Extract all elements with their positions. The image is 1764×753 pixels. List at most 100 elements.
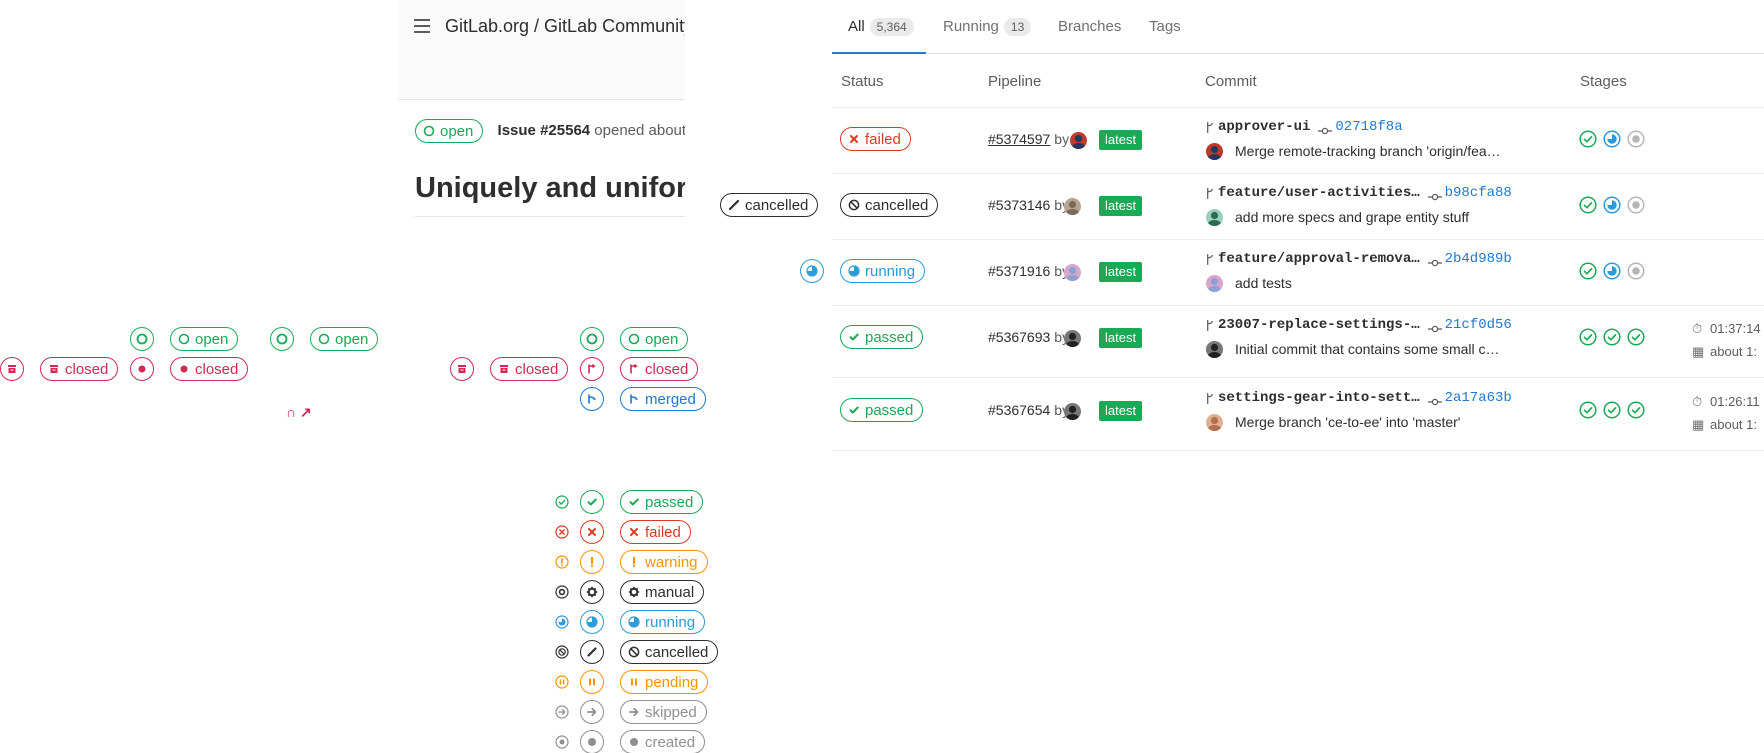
- badge-label: closed: [65, 360, 109, 378]
- pipeline-id-link[interactable]: #5371916 by: [988, 263, 1069, 279]
- stage-created-icon[interactable]: [1627, 196, 1645, 214]
- arrow-icon: [586, 707, 597, 717]
- branch-link[interactable]: settings-gear-into-sett…: [1218, 390, 1420, 406]
- column-header-status: Status: [841, 73, 884, 90]
- issue-header-bar: GitLab.org / GitLab Community: [398, 0, 685, 100]
- branch-link[interactable]: approver-ui: [1218, 119, 1310, 135]
- stage-passed-icon[interactable]: [1603, 401, 1621, 419]
- branch-link[interactable]: 23007-replace-settings-…: [1218, 317, 1420, 333]
- pipeline-status-badge[interactable]: passed: [840, 325, 924, 349]
- avatar[interactable]: [1206, 275, 1223, 292]
- branch-link[interactable]: feature/approval-remova…: [1218, 251, 1420, 267]
- stage-passed-icon[interactable]: [1603, 328, 1621, 346]
- pipeline-id: #5374597: [988, 131, 1051, 147]
- exclamation-icon: [590, 556, 594, 567]
- branch-link[interactable]: feature/user-activities…: [1218, 185, 1420, 201]
- hamburger-menu-icon[interactable]: [414, 19, 430, 33]
- mr-merged-badge: merged: [620, 387, 706, 411]
- stage-running-icon[interactable]: [1603, 196, 1621, 214]
- stage-created-icon[interactable]: [1627, 262, 1645, 280]
- stage-running-icon[interactable]: [1603, 262, 1621, 280]
- row-divider: [832, 305, 1764, 306]
- avatar[interactable]: [1064, 198, 1081, 215]
- finished-text: about 1:: [1710, 344, 1757, 359]
- avatar[interactable]: [1206, 143, 1223, 160]
- stage-passed-icon[interactable]: [1579, 196, 1597, 214]
- commit-message-link[interactable]: Initial commit that contains some small …: [1235, 341, 1500, 357]
- issue-opened-text: opened about 20: [594, 121, 685, 139]
- pipeline-id-link[interactable]: #5367654 by: [988, 402, 1069, 418]
- avatar[interactable]: [1064, 330, 1081, 347]
- failed-mini-icon: [555, 525, 569, 539]
- avatar[interactable]: [1064, 264, 1081, 281]
- x-icon: [588, 528, 596, 536]
- badge-label: closed: [195, 360, 239, 378]
- issue-number: Issue #25564: [497, 121, 591, 139]
- running-icon: [628, 616, 640, 628]
- stage-passed-icon[interactable]: [1579, 328, 1597, 346]
- merge-icon: [588, 394, 596, 404]
- tab-tags[interactable]: Tags: [1149, 18, 1181, 35]
- stage-passed-icon[interactable]: [1579, 262, 1597, 280]
- ci-created-badge: created: [620, 730, 706, 753]
- pipeline-status-badge[interactable]: passed: [840, 398, 924, 422]
- commit-sha-link[interactable]: 02718f8a: [1335, 119, 1402, 135]
- archive-closed-icon-badge: [0, 357, 24, 381]
- commit-icon: [1318, 123, 1333, 135]
- manual-icon-badge: [580, 580, 604, 604]
- stage-running-icon[interactable]: [1603, 130, 1621, 148]
- stage-passed-icon[interactable]: [1579, 130, 1597, 148]
- circle-open-icon: [586, 333, 598, 345]
- circle-open-icon: [136, 333, 148, 345]
- tab-all[interactable]: All 5,364: [848, 18, 914, 36]
- avatar[interactable]: [1206, 209, 1223, 226]
- avatar[interactable]: [1206, 414, 1223, 431]
- stage-created-icon[interactable]: [1627, 130, 1645, 148]
- circle-open-icon: [276, 333, 288, 345]
- avatar[interactable]: [1070, 132, 1087, 149]
- commit-message-link[interactable]: add tests: [1235, 275, 1292, 291]
- avatar[interactable]: [1064, 403, 1081, 420]
- row-divider: [832, 107, 1764, 108]
- tab-running[interactable]: Running 13: [943, 18, 1032, 36]
- commit-message-link[interactable]: add more specs and grape entity stuff: [1235, 209, 1469, 225]
- commit-message-link[interactable]: Merge branch 'ce-to-ee' into 'master': [1235, 414, 1460, 430]
- stage-passed-icon[interactable]: [1627, 328, 1645, 346]
- pipeline-id: #5367654: [988, 402, 1051, 418]
- tab-label: All: [848, 18, 865, 35]
- created-mini-icon: [555, 735, 569, 749]
- stage-passed-icon[interactable]: [1627, 401, 1645, 419]
- issue-open-icon-badge: [580, 327, 604, 351]
- commit-sha-link[interactable]: 2a17a63b: [1445, 390, 1512, 406]
- tab-label: Tags: [1149, 18, 1181, 35]
- merge-icon: [628, 393, 640, 405]
- latest-badge: latest: [1099, 328, 1143, 348]
- commit-sha-link[interactable]: b98cfa88: [1445, 185, 1512, 201]
- breadcrumb[interactable]: GitLab.org / GitLab Community: [445, 16, 685, 37]
- warning-icon-badge: [580, 550, 604, 574]
- slash-icon: [587, 647, 597, 657]
- row-divider: [832, 450, 1764, 451]
- ci-running-icon-badge: [800, 259, 824, 283]
- commit-sha-link[interactable]: 2b4d989b: [1445, 251, 1512, 267]
- x-icon: [848, 133, 860, 145]
- check-icon: [848, 404, 860, 416]
- dot-icon: [628, 736, 640, 748]
- badge-label: merged: [645, 390, 696, 408]
- manual-mini-icon: [555, 585, 569, 599]
- slash-icon: [628, 646, 640, 658]
- pipeline-status-badge[interactable]: failed: [840, 127, 911, 151]
- column-header-stages: Stages: [1580, 73, 1627, 90]
- stage-passed-icon[interactable]: [1579, 401, 1597, 419]
- pipeline-id-link[interactable]: #5367693 by: [988, 329, 1069, 345]
- mr-closed-icon-badge: [580, 357, 604, 381]
- commit-sha-link[interactable]: 21cf0d56: [1445, 317, 1512, 333]
- tab-branches[interactable]: Branches: [1058, 18, 1121, 35]
- pipeline-status-badge[interactable]: cancelled: [840, 193, 939, 217]
- commit-message-link[interactable]: Merge remote-tracking branch 'origin/fea…: [1235, 143, 1501, 159]
- pipeline-id-link[interactable]: #5373146 by: [988, 197, 1069, 213]
- badge-label: skipped: [645, 703, 697, 721]
- pipeline-status-badge[interactable]: running: [840, 259, 926, 283]
- pipeline-id-link[interactable]: #5374597 by: [988, 131, 1069, 147]
- avatar[interactable]: [1206, 341, 1223, 358]
